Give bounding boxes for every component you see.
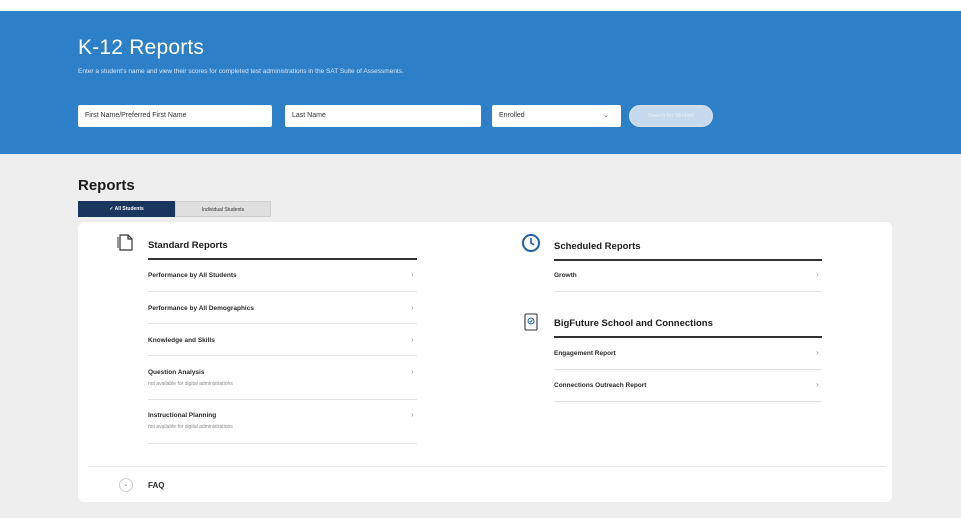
tab-all-students[interactable]: ✓ All Students	[78, 201, 175, 217]
report-row-note: not available for digital administration…	[148, 381, 233, 387]
chevron-right-icon: ›	[816, 348, 819, 357]
report-row-label: Performance by All Demographics	[148, 305, 254, 312]
row-divider	[554, 401, 822, 402]
report-row-label: Connections Outreach Report	[554, 382, 647, 389]
chevron-right-icon: ›	[816, 380, 819, 389]
reports-heading: Reports	[78, 177, 135, 194]
row-divider	[148, 291, 417, 292]
row-divider	[148, 443, 417, 444]
first-name-input[interactable]: First Name/Preferred First Name	[78, 105, 272, 127]
bigfuture-heading: BigFuture School and Connections	[554, 318, 713, 329]
row-divider	[554, 369, 822, 370]
row-divider	[554, 291, 822, 292]
row-divider	[148, 323, 417, 324]
chevron-right-icon: ›	[411, 335, 414, 344]
top-strip	[0, 0, 961, 11]
enrollment-status-value: Enrolled	[499, 112, 525, 119]
enrollment-status-select[interactable]: Enrolled ⌄	[492, 105, 621, 127]
faq-divider	[88, 466, 885, 467]
chevron-right-icon: ›	[816, 270, 819, 279]
scheduled-reports-rule	[554, 259, 822, 261]
page-subtitle: Enter a student's name and view their sc…	[78, 68, 404, 75]
chevron-right-icon: ›	[411, 367, 414, 376]
check-icon: ✓	[109, 206, 114, 212]
row-divider	[148, 399, 417, 400]
report-row-label: Instructional Planning	[148, 412, 217, 419]
faq-toggle-label[interactable]: FAQ	[148, 481, 164, 490]
tab-individual-students[interactable]: Individual Students	[175, 201, 271, 217]
bigfuture-rule	[554, 336, 822, 338]
standard-reports-heading: Standard Reports	[148, 240, 228, 251]
document-icon	[117, 234, 133, 251]
report-row-label: Performance by All Students	[148, 272, 237, 279]
last-name-input[interactable]: Last Name	[285, 105, 481, 127]
row-divider	[148, 355, 417, 356]
chevron-down-icon[interactable]: ⌄	[119, 478, 133, 492]
search-for-student-button[interactable]: Search for Student	[629, 105, 713, 127]
report-row-label: Question Analysis	[148, 369, 205, 376]
page-title: K-12 Reports	[78, 36, 205, 59]
scheduled-reports-heading: Scheduled Reports	[554, 241, 641, 252]
reports-card	[78, 222, 892, 502]
chevron-right-icon: ›	[411, 270, 414, 279]
chevron-right-icon: ›	[411, 303, 414, 312]
header-banner: K-12 Reports Enter a student's name and …	[0, 11, 961, 154]
tab-all-students-label: All Students	[114, 206, 144, 212]
notebook-icon	[524, 313, 538, 331]
chevron-down-icon: ⌄	[603, 112, 609, 119]
clock-icon	[522, 234, 540, 252]
report-row-label: Engagement Report	[554, 350, 616, 357]
standard-reports-rule	[148, 258, 417, 260]
report-row-label: Knowledge and Skills	[148, 337, 215, 344]
report-row-note: not available for digital administration…	[148, 424, 233, 430]
report-row-label: Growth	[554, 272, 577, 279]
chevron-right-icon: ›	[411, 410, 414, 419]
